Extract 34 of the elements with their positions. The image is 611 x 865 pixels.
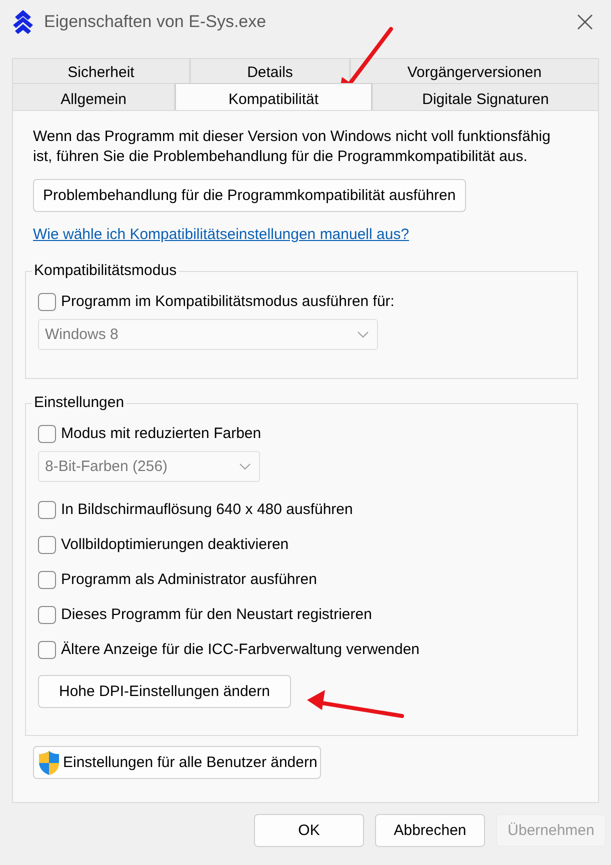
checkbox[interactable] (38, 640, 56, 658)
troubleshoot-button[interactable]: Problembehandlung für die Programmkompatibilität ausführen (33, 179, 466, 212)
dialog-button[interactable]: Abbrechen (375, 814, 485, 847)
all-users-button[interactable]: Einstellungen für alle Benutzer ändern (33, 746, 322, 779)
checkbox-label[interactable]: Ältere Anzeige für die ICC-Farbverwaltung verwenden (61, 641, 420, 658)
checkbox[interactable] (38, 606, 56, 624)
checkbox-label[interactable]: Dieses Programm für den Neustart registrieren (61, 606, 372, 623)
checkbox[interactable] (38, 500, 56, 518)
checkbox[interactable] (38, 424, 56, 442)
tab[interactable]: Sicherheit (12, 58, 190, 83)
close-icon[interactable] (577, 14, 593, 30)
window-title: Eigenschaften von E-Sys.exe (44, 12, 268, 32)
high-dpi-button[interactable]: Hohe DPI-Einstellungen ändern (38, 675, 291, 708)
dialog-button[interactable]: OK (254, 814, 364, 847)
tab[interactable]: Kompatibilität (175, 83, 372, 110)
tab[interactable]: Details (190, 58, 350, 83)
checkbox-label[interactable]: Vollbildoptimierungen deaktivieren (61, 536, 289, 553)
chevron-down-icon (239, 463, 251, 470)
help-link[interactable]: Wie wähle ich Kompatibilitätseinstellungen manuell aus? (33, 226, 410, 243)
checkbox[interactable] (38, 570, 56, 588)
intro-text: Wenn das Programm mit dieser Version von Windows nicht voll funktionsfähig ist, führen Sie die Problembehandlung für die Programmkompatibilität aus. (33, 127, 552, 167)
checkbox-label[interactable]: Programm als Administrator ausführen (61, 571, 317, 588)
checkbox-label[interactable]: Modus mit reduzierten Farben (61, 425, 262, 442)
checkbox-label[interactable]: Programm im Kompatibilitätsmodus ausführen für: (61, 293, 394, 310)
group-title: Einstellungen (32, 394, 126, 412)
chevron-down-icon (357, 331, 369, 338)
shield-icon (37, 750, 61, 776)
tab[interactable]: Vorgängerversionen (350, 58, 599, 83)
tab[interactable]: Allgemein (12, 83, 175, 110)
group-title: Kompatibilitätsmodus (32, 262, 179, 280)
checkbox[interactable] (38, 536, 56, 554)
checkbox-label[interactable]: In Bildschirmauflösung 640 x 480 ausführen (61, 501, 353, 518)
tab[interactable]: Digitale Signaturen (372, 83, 599, 110)
checkbox[interactable] (38, 292, 56, 310)
